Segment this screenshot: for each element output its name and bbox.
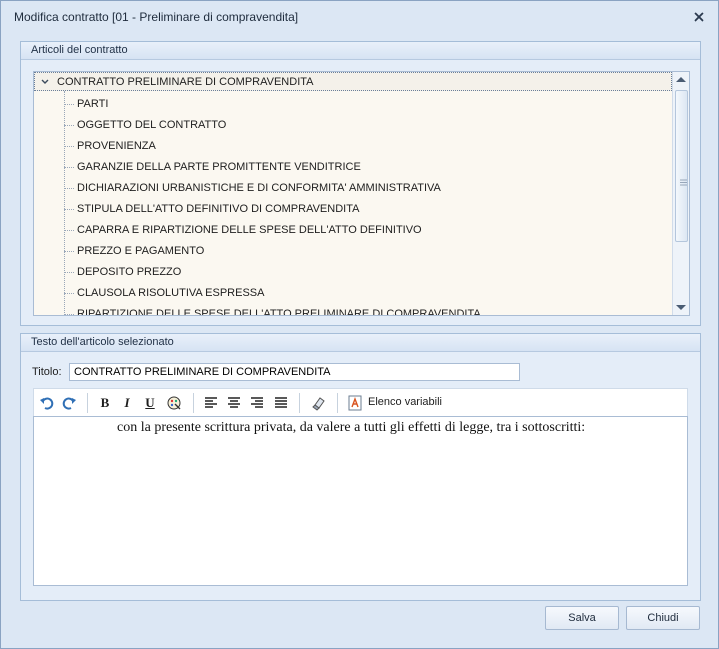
tree-root-node[interactable]: CONTRATTO PRELIMINARE DI COMPRAVENDITA xyxy=(34,72,672,91)
scroll-down-arrow-icon[interactable] xyxy=(676,305,686,310)
titolo-label: Titolo: xyxy=(32,366,62,378)
tree-item-garanzie[interactable]: GARANZIE DELLA PARTE PROMITTENTE VENDITR… xyxy=(77,161,361,173)
dialog-window: Modifica contratto [01 - Preliminare di … xyxy=(0,0,719,649)
tree-connector xyxy=(64,314,74,315)
article-text-group-title: Testo dell'articolo selezionato xyxy=(31,336,174,348)
tree-connector xyxy=(64,293,74,294)
chiudi-button[interactable]: Chiudi xyxy=(626,606,700,630)
tree-item-provenienza[interactable]: PROVENIENZA xyxy=(77,140,156,152)
tree-item-parti[interactable]: PARTI xyxy=(77,98,108,110)
article-text-group-header: Testo dell'articolo selezionato xyxy=(21,334,700,352)
align-center-button[interactable] xyxy=(224,393,244,413)
underline-button[interactable]: U xyxy=(140,393,160,413)
toolbar-separator xyxy=(299,393,300,413)
tree-connector xyxy=(64,104,74,105)
tree-item-caparra[interactable]: CAPARRA E RIPARTIZIONE DELLE SPESE DELL'… xyxy=(77,224,422,236)
tree-connector xyxy=(64,146,74,147)
align-center-icon xyxy=(228,397,240,408)
tree-connector xyxy=(64,230,74,231)
tree-item-deposito[interactable]: DEPOSITO PREZZO xyxy=(77,266,181,278)
font-color-button[interactable] xyxy=(164,393,184,413)
elenco-variabili-button[interactable]: Elenco variabili xyxy=(368,396,442,408)
scroll-thumb[interactable] xyxy=(675,90,688,242)
undo-icon xyxy=(40,397,54,410)
grip-icon xyxy=(680,179,687,186)
toolbar-separator xyxy=(337,393,338,413)
tree-item-dichiarazioni[interactable]: DICHIARAZIONI URBANISTICHE E DI CONFORMI… xyxy=(77,182,441,194)
articles-tree[interactable]: CONTRATTO PRELIMINARE DI COMPRAVENDITA P… xyxy=(33,71,690,316)
tree-scrollbar[interactable] xyxy=(672,72,689,315)
titolo-input[interactable] xyxy=(69,363,520,381)
editor-content: con la presente scrittura privata, da va… xyxy=(117,420,586,435)
italic-button[interactable]: I xyxy=(117,393,137,413)
tree-item-ripartizione[interactable]: RIPARTIZIONE DELLE SPESE DELL'ATTO PRELI… xyxy=(77,308,481,315)
undo-button[interactable] xyxy=(37,393,57,413)
document-icon xyxy=(348,395,362,411)
redo-button[interactable] xyxy=(59,393,79,413)
align-right-button[interactable] xyxy=(247,393,267,413)
eraser-button[interactable] xyxy=(309,393,329,413)
scroll-up-arrow-icon[interactable] xyxy=(676,77,686,82)
tree-root-label: CONTRATTO PRELIMINARE DI COMPRAVENDITA xyxy=(57,76,314,88)
redo-icon xyxy=(62,397,76,410)
palette-icon xyxy=(167,396,181,410)
align-left-icon xyxy=(205,397,217,408)
tree-connector xyxy=(64,251,74,252)
align-left-button[interactable] xyxy=(201,393,221,413)
tree-item-clausola[interactable]: CLAUSOLA RISOLUTIVA ESPRESSA xyxy=(77,287,264,299)
articles-group-title: Articoli del contratto xyxy=(31,44,128,56)
elenco-variabili-icon-button[interactable] xyxy=(345,393,365,413)
article-text-editor[interactable]: con la presente scrittura privata, da va… xyxy=(33,416,688,586)
close-icon[interactable] xyxy=(692,10,706,24)
chevron-down-icon[interactable] xyxy=(40,77,50,87)
justify-icon xyxy=(275,397,287,408)
tree-item-oggetto[interactable]: OGGETTO DEL CONTRATTO xyxy=(77,119,226,131)
tree-connector xyxy=(64,209,74,210)
articles-group-header: Articoli del contratto xyxy=(21,42,700,60)
tree-item-prezzo[interactable]: PREZZO E PAGAMENTO xyxy=(77,245,204,257)
tree-connector xyxy=(64,272,74,273)
bold-button[interactable]: B xyxy=(95,393,115,413)
toolbar-separator xyxy=(193,393,194,413)
window-title: Modifica contratto [01 - Preliminare di … xyxy=(14,10,299,24)
tree-connector xyxy=(64,125,74,126)
tree-connector xyxy=(64,188,74,189)
eraser-icon xyxy=(312,397,325,411)
align-right-icon xyxy=(251,397,263,408)
editor-toolbar: B I U Elenco variabili xyxy=(33,388,688,416)
title-bar: Modifica contratto [01 - Preliminare di … xyxy=(1,1,718,33)
justify-button[interactable] xyxy=(271,393,291,413)
tree-connector xyxy=(64,167,74,168)
toolbar-separator xyxy=(87,393,88,413)
save-button[interactable]: Salva xyxy=(545,606,619,630)
tree-item-stipula[interactable]: STIPULA DELL'ATTO DEFINITIVO DI COMPRAVE… xyxy=(77,203,359,215)
